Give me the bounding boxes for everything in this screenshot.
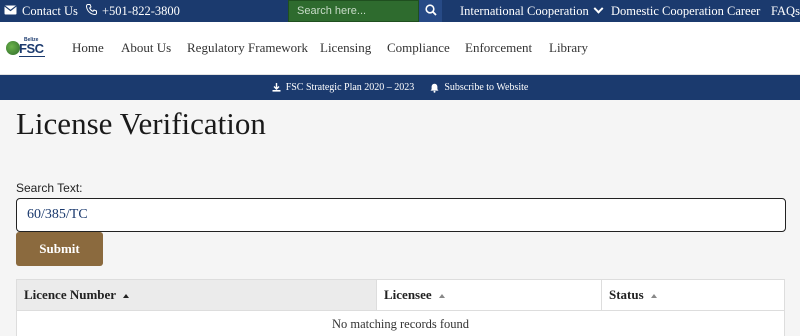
empty-table-message: No matching records found — [16, 310, 785, 336]
phone-icon — [85, 4, 97, 18]
column-header-status[interactable]: Status — [601, 279, 785, 311]
sort-asc-icon — [438, 294, 445, 299]
submit-button[interactable]: Submit — [16, 232, 103, 266]
fsc-logo[interactable]: Belize FSC — [6, 37, 46, 60]
sort-asc-icon — [650, 294, 657, 299]
top-bar: Contact Us +501-822-3800 International C… — [0, 0, 800, 22]
nav-item-library[interactable]: Library — [549, 40, 588, 56]
contact-us-label: Contact Us — [22, 3, 78, 18]
faqs-link[interactable]: FAQs — [771, 0, 800, 22]
subscribe-link[interactable]: Subscribe to Website — [430, 82, 528, 93]
license-search-input[interactable] — [16, 198, 786, 232]
globe-icon — [6, 41, 20, 55]
nav-item-regulatory-framework[interactable]: Regulatory Framework — [187, 40, 308, 56]
search-text-label: Search Text: — [16, 181, 83, 195]
faqs-label: FAQs — [771, 3, 800, 18]
international-cooperation-label: International Cooperation — [460, 3, 589, 18]
site-search-button[interactable] — [419, 0, 442, 22]
column-header-label: Status — [609, 287, 644, 302]
international-cooperation-menu[interactable]: International Cooperation — [460, 0, 604, 22]
strategic-plan-label: FSC Strategic Plan 2020 – 2023 — [285, 82, 415, 93]
announcement-bar: FSC Strategic Plan 2020 – 2023 Subscribe… — [0, 75, 800, 100]
career-link[interactable]: Career — [727, 0, 760, 22]
domestic-cooperation-link[interactable]: Domestic Cooperation — [611, 0, 724, 22]
chevron-down-icon — [593, 3, 604, 14]
results-table: Licence Number Licensee Status No matchi… — [16, 279, 785, 336]
bell-icon — [430, 83, 439, 93]
column-header-licensee[interactable]: Licensee — [376, 279, 602, 311]
sort-asc-icon — [123, 294, 130, 299]
logo-abbr: FSC — [19, 41, 44, 56]
table-row: No matching records found — [16, 310, 785, 336]
domestic-cooperation-label: Domestic Cooperation — [611, 3, 724, 18]
table-header-row: Licence Number Licensee Status — [16, 279, 785, 311]
site-search — [288, 0, 442, 22]
nav-item-home[interactable]: Home — [72, 40, 104, 56]
envelope-icon — [4, 4, 17, 18]
nav-item-about-us[interactable]: About Us — [121, 40, 171, 56]
download-icon — [272, 83, 281, 92]
nav-item-enforcement[interactable]: Enforcement — [465, 40, 532, 56]
nav-item-compliance[interactable]: Compliance — [387, 40, 450, 56]
column-header-label: Licence Number — [24, 287, 117, 302]
strategic-plan-link[interactable]: FSC Strategic Plan 2020 – 2023 — [272, 82, 415, 93]
phone-link[interactable]: +501-822-3800 — [85, 0, 180, 22]
career-label: Career — [727, 3, 761, 18]
nav-item-licensing[interactable]: Licensing — [320, 40, 371, 56]
search-icon — [424, 3, 437, 19]
phone-number: +501-822-3800 — [102, 3, 180, 18]
subscribe-label: Subscribe to Website — [444, 82, 529, 93]
column-header-licence-number[interactable]: Licence Number — [16, 279, 377, 311]
logo-underline — [19, 56, 45, 57]
site-search-input[interactable] — [288, 0, 419, 22]
contact-us-link[interactable]: Contact Us — [4, 0, 78, 22]
page-title: License Verification — [16, 106, 266, 141]
main-nav: Belize FSC Home About Us Regulatory Fram… — [0, 22, 800, 75]
column-header-label: Licensee — [384, 287, 432, 302]
